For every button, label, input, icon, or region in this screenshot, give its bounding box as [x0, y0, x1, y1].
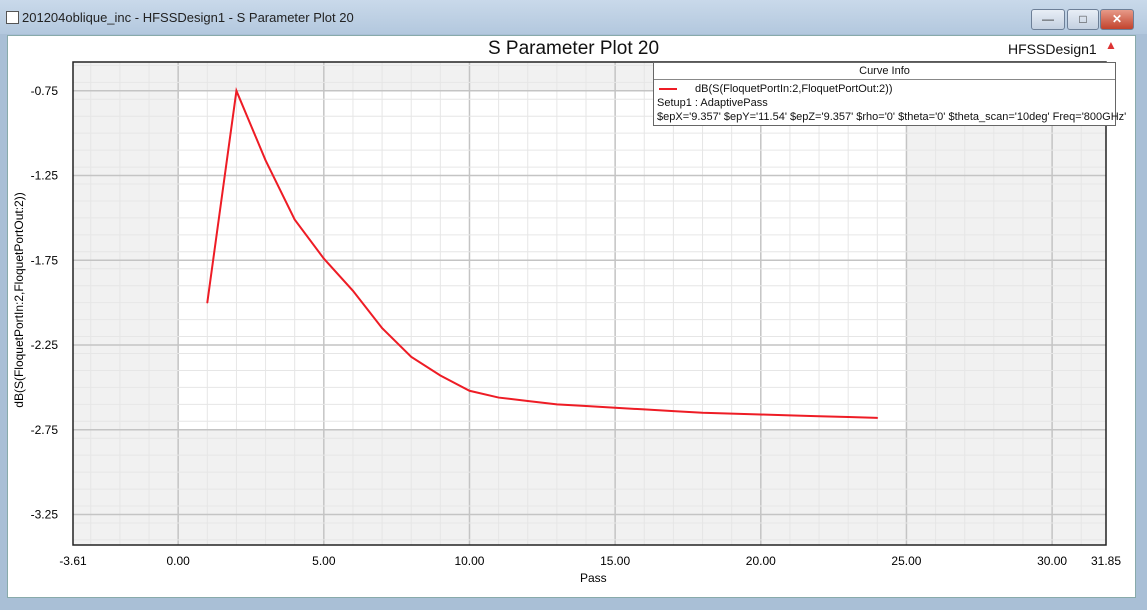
data-point	[293, 218, 296, 221]
data-point	[556, 403, 558, 406]
legend-variables: $epX='9.357' $epY='11.54' $epZ='9.357' $…	[657, 111, 1127, 123]
data-point	[264, 159, 267, 162]
y-tick-label: -2.25	[31, 338, 59, 352]
data-point	[235, 90, 238, 92]
x-tick-label: -3.61	[59, 554, 87, 568]
x-tick-label: 30.00	[1037, 554, 1067, 568]
x-axis-label: Pass	[580, 571, 607, 585]
data-point	[439, 374, 442, 377]
data-point	[352, 289, 354, 292]
data-point	[206, 301, 209, 304]
y-axis-label: dB(S(FloquetPortIn:2,FloquetPortOut:2))	[12, 192, 26, 408]
data-point	[847, 416, 849, 418]
legend-curve-name: dB(S(FloquetPortIn:2,FloquetPortOut:2))	[695, 83, 893, 95]
data-point	[672, 410, 675, 412]
data-point	[323, 257, 325, 260]
x-tick-label: 25.00	[891, 554, 921, 568]
x-tick-label: 31.85	[1091, 554, 1121, 568]
legend-setup: Setup1 : AdaptivePass	[657, 97, 768, 109]
data-point	[410, 356, 413, 358]
data-point	[730, 412, 733, 415]
x-tick-label: 5.00	[312, 554, 336, 568]
legend-header: Curve Info	[654, 63, 1115, 80]
data-point	[701, 412, 704, 414]
y-tick-label: -1.25	[31, 169, 59, 183]
data-point	[789, 414, 791, 417]
data-point	[759, 413, 762, 416]
data-point	[381, 327, 383, 329]
data-point	[614, 406, 616, 409]
x-tick-label: 10.00	[454, 554, 484, 568]
data-point	[643, 408, 646, 411]
y-tick-label: -3.25	[31, 507, 59, 521]
data-point	[497, 396, 500, 399]
data-point	[818, 415, 820, 418]
data-point	[526, 400, 529, 402]
data-point	[468, 389, 471, 392]
curve-info-legend[interactable]: Curve Info dB(S(FloquetPortIn:2,FloquetP…	[653, 62, 1127, 126]
y-tick-label: -2.75	[31, 423, 59, 437]
data-point	[876, 417, 879, 419]
legend-swatch	[659, 88, 677, 91]
y-tick-label: -0.75	[31, 84, 59, 98]
x-tick-label: 20.00	[746, 554, 776, 568]
data-point	[585, 405, 587, 407]
x-tick-label: 15.00	[600, 554, 630, 568]
x-tick-label: 0.00	[166, 554, 190, 568]
y-tick-label: -1.75	[31, 253, 59, 267]
